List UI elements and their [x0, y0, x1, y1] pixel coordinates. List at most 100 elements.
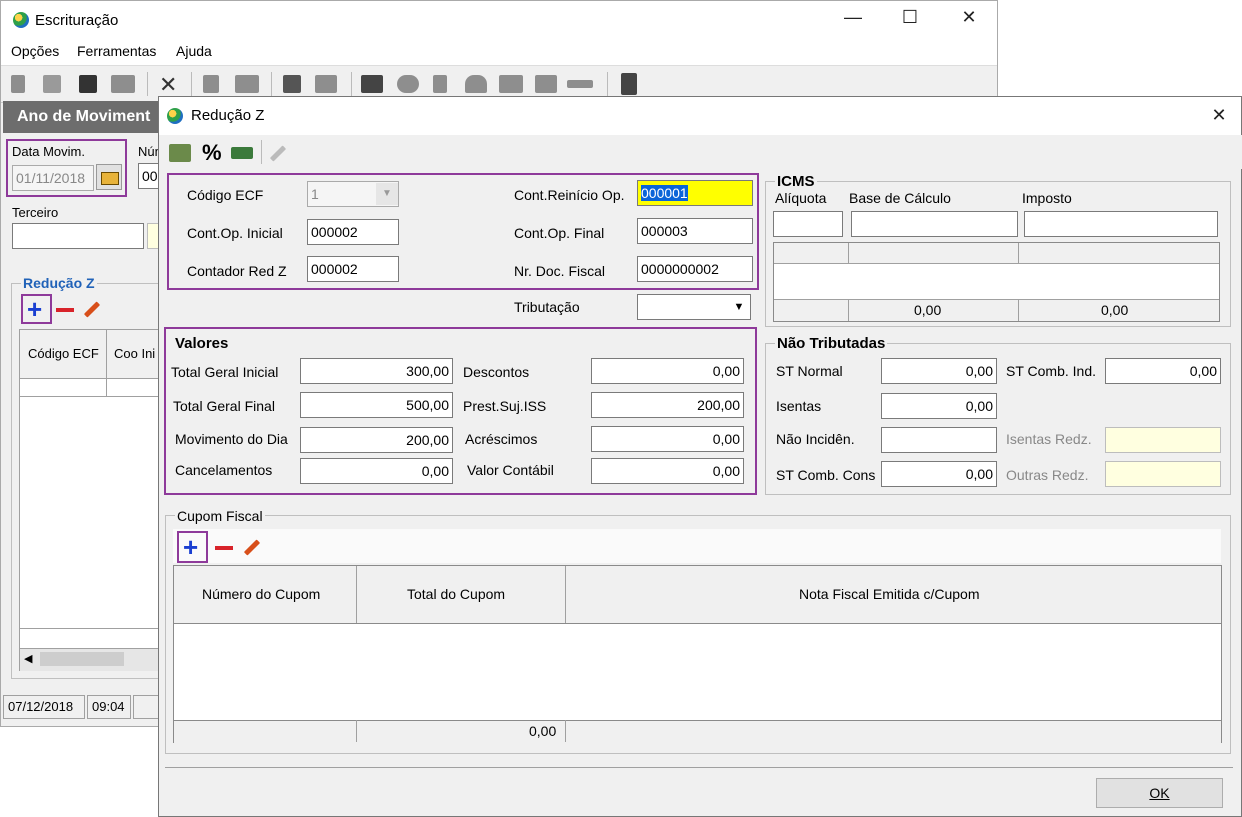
valor-contabil-field[interactable]: 0,00 — [591, 458, 744, 484]
menu-ferramentas[interactable]: Ferramentas — [77, 43, 156, 59]
add-icon[interactable]: + — [27, 296, 42, 322]
percent-icon[interactable]: % — [202, 140, 222, 166]
acrescimos-field[interactable]: 0,00 — [591, 426, 744, 452]
nao-inciden-field[interactable] — [881, 427, 997, 453]
st-comb-ind-field[interactable]: 0,00 — [1105, 358, 1221, 384]
folder-open-icon[interactable] — [96, 164, 122, 190]
toolbar-separator — [147, 72, 148, 96]
nr-doc-fiscal-label: Nr. Doc. Fiscal — [514, 263, 606, 279]
cancelamentos-field[interactable]: 0,00 — [300, 458, 453, 484]
apple-icon[interactable] — [397, 75, 419, 93]
cupom-remove-icon[interactable] — [215, 546, 233, 550]
descontos-field[interactable]: 0,00 — [591, 358, 744, 384]
st-comb-cons-label: ST Comb. Cons — [776, 467, 876, 483]
new-doc-icon[interactable] — [11, 75, 25, 93]
menu-ajuda[interactable]: Ajuda — [176, 43, 212, 59]
box-icon[interactable] — [535, 75, 557, 93]
cut-icon[interactable]: ✕ — [159, 72, 177, 98]
cont-op-inicial-field[interactable]: 000002 — [307, 219, 399, 245]
ok-button-label: OK — [1149, 785, 1170, 801]
icms-total-base: 0,00 — [914, 302, 942, 318]
reducao-z-group-title: Redução Z — [21, 275, 97, 291]
cont-op-final-label: Cont.Op. Final — [514, 225, 605, 241]
contador-red-z-field[interactable]: 000002 — [307, 256, 399, 282]
data-movim-label: Data Movim. — [12, 144, 85, 159]
ok-button[interactable]: OK — [1096, 778, 1223, 808]
total-geral-final-label: Total Geral Final — [173, 398, 275, 414]
document-icon[interactable] — [203, 75, 219, 93]
valor-contabil-label: Valor Contábil — [467, 462, 554, 478]
tributacao-chevron-down-icon[interactable]: ▼ — [729, 296, 749, 318]
save-icon[interactable] — [79, 75, 97, 93]
toolbar-separator — [261, 140, 262, 164]
window-title: Escrituração — [35, 12, 119, 29]
maximize-button[interactable]: ☐ — [890, 7, 930, 28]
movimento-do-dia-label: Movimento do Dia — [175, 431, 288, 447]
horizontal-scrollbar[interactable]: ◀ — [20, 648, 165, 671]
terceiro-label: Terceiro — [12, 205, 59, 220]
status-date: 07/12/2018 — [3, 695, 85, 719]
total-geral-final-field[interactable]: 500,00 — [300, 392, 453, 418]
grid-header-coo-ini: Coo Ini — [114, 346, 156, 361]
edit-pencil-icon[interactable] — [269, 145, 287, 162]
st-normal-field[interactable]: 0,00 — [881, 358, 997, 384]
dialog-titlebar: Redução Z ✕ — [159, 97, 1241, 135]
undo-icon[interactable] — [43, 75, 61, 93]
download-icon[interactable] — [433, 75, 447, 93]
icms-aliquota-field[interactable] — [773, 211, 843, 237]
icms-imposto-field[interactable] — [1024, 211, 1218, 237]
icms-header-base-calculo: Base de Cálculo — [849, 190, 951, 206]
cont-op-final-field[interactable]: 000003 — [637, 218, 753, 244]
columns-icon[interactable] — [499, 75, 523, 93]
total-geral-inicial-field[interactable]: 300,00 — [300, 358, 453, 384]
codigo-ecf-chevron-down-icon[interactable]: ▼ — [376, 183, 398, 205]
icms-grid: 0,00 0,00 — [773, 242, 1220, 322]
cancelamentos-label: Cancelamentos — [175, 462, 273, 478]
st-comb-cons-field[interactable]: 0,00 — [881, 461, 997, 487]
movimento-do-dia-field[interactable]: 200,00 — [300, 427, 453, 453]
tree-icon[interactable] — [283, 75, 301, 93]
toolbar-separator — [351, 72, 352, 96]
minimize-button[interactable]: — — [833, 7, 873, 28]
isentas-redz-field — [1105, 427, 1221, 453]
total-geral-inicial-label: Total Geral Inicial — [171, 364, 279, 380]
outras-redz-label: Outras Redz. — [1006, 467, 1089, 483]
isentas-field[interactable]: 0,00 — [881, 393, 997, 419]
eraser-icon[interactable] — [111, 75, 135, 93]
terceiro-field[interactable] — [12, 223, 144, 249]
data-movim-field[interactable]: 01/11/2018 — [12, 165, 94, 191]
nao-inciden-label: Não Incidên. — [776, 431, 855, 447]
escrituracao-titlebar: Escrituração — ☐ ✕ — [1, 1, 997, 39]
cupom-fiscal-title: Cupom Fiscal — [175, 508, 265, 524]
menu-opcoes[interactable]: Opções — [11, 43, 59, 59]
outras-redz-field — [1105, 461, 1221, 487]
prest-suj-iss-field[interactable]: 200,00 — [591, 392, 744, 418]
nfe-icon[interactable] — [235, 75, 259, 93]
ano-movimento-title: Ano de Moviment — [17, 108, 151, 125]
scroll-left-icon[interactable]: ◀ — [24, 652, 32, 665]
truck-icon[interactable] — [315, 75, 337, 93]
remove-icon[interactable] — [56, 308, 74, 312]
scroll-thumb[interactable] — [40, 652, 124, 666]
close-button[interactable]: ✕ — [949, 7, 989, 28]
tributacao-label: Tributação — [514, 299, 580, 315]
tree-shape-icon[interactable] — [465, 75, 487, 93]
bar-icon[interactable] — [567, 80, 593, 88]
st-normal-label: ST Normal — [776, 363, 843, 379]
edit-doc-icon[interactable] — [361, 75, 383, 93]
cupom-toolbar — [173, 529, 1221, 563]
money-icon[interactable] — [231, 147, 253, 159]
printer-icon[interactable] — [169, 144, 191, 162]
cont-reinicio-label: Cont.Reinício Op. — [514, 187, 625, 203]
dialog-close-button[interactable]: ✕ — [1199, 105, 1239, 126]
reducao-z-dialog: Redução Z ✕ % Código ECF 1 ▼ Cont.Op. In… — [158, 96, 1242, 817]
contador-red-z-label: Contador Red Z — [187, 263, 287, 279]
icms-base-field[interactable] — [851, 211, 1018, 237]
nr-doc-fiscal-field[interactable]: 0000000002 — [637, 256, 753, 282]
cupom-add-icon[interactable]: + — [183, 534, 198, 560]
exit-door-icon[interactable] — [621, 73, 637, 95]
cont-reinicio-field[interactable]: 000001 — [637, 180, 753, 206]
toolbar-separator — [271, 72, 272, 96]
acrescimos-label: Acréscimos — [465, 431, 538, 447]
icms-header-imposto: Imposto — [1022, 190, 1072, 206]
